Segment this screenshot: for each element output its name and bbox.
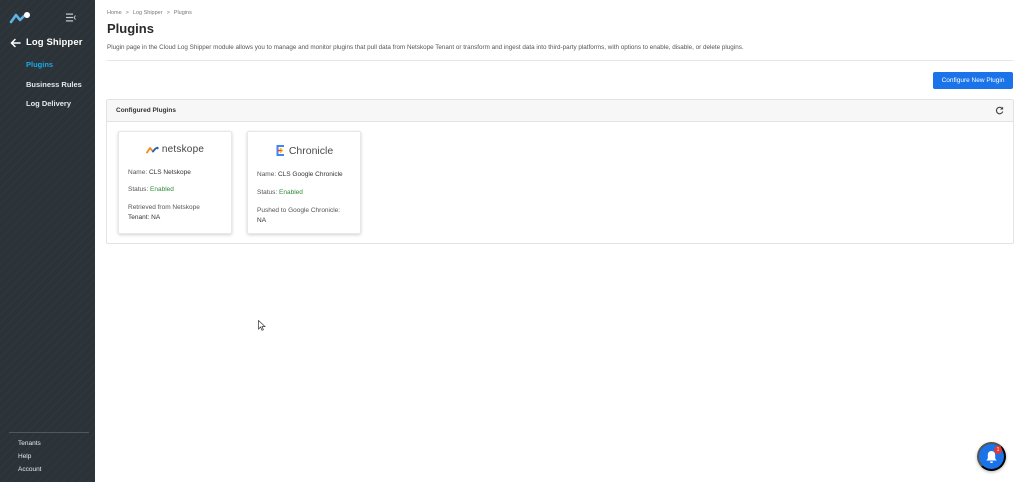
page-title: Plugins	[107, 21, 154, 36]
notification-count-badge: 1	[994, 446, 1002, 454]
arrow-left-icon	[10, 38, 21, 47]
sidebar-link-tenants[interactable]: Tenants	[18, 440, 41, 447]
module-back-link[interactable]: Log Shipper	[10, 37, 83, 48]
header-divider	[107, 60, 1013, 61]
plugin-card-cls-google-chronicle[interactable]: Chronicle Name: CLS Google Chronicle Sta…	[247, 131, 361, 234]
status-enabled-badge: Enabled	[279, 189, 303, 196]
notifications-button[interactable]	[977, 442, 1006, 471]
breadcrumb-current: Plugins	[173, 10, 192, 16]
panel-header: Configured Plugins	[107, 100, 1013, 122]
breadcrumb-separator: >	[166, 10, 170, 16]
refresh-icon[interactable]	[995, 106, 1004, 115]
sidebar-divider	[9, 432, 89, 433]
plugin-status: Status: Enabled	[128, 186, 174, 193]
plugin-logo-text: Chronicle	[288, 144, 334, 157]
plugin-info: Pushed to Google Chronicle: NA	[257, 207, 341, 224]
plugin-name: Name: CLS Google Chronicle	[257, 171, 343, 178]
plugin-logo: netskope	[119, 144, 231, 155]
breadcrumb-separator: >	[125, 10, 129, 16]
sidebar-link-help[interactable]: Help	[18, 453, 31, 460]
plugin-name: Name: CLS Netskope	[128, 169, 191, 176]
mouse-cursor-icon	[258, 320, 266, 331]
plugin-status: Status: Enabled	[257, 189, 303, 196]
module-title: Log Shipper	[26, 37, 83, 48]
netskope-wave-icon	[146, 146, 159, 153]
sidebar-link-account[interactable]: Account	[18, 466, 42, 473]
status-enabled-badge: Enabled	[150, 186, 174, 193]
configure-new-plugin-button[interactable]: Configure New Plugin	[933, 72, 1013, 89]
panel-title: Configured Plugins	[116, 107, 176, 114]
page-description: Plugin page in the Cloud Log Shipper mod…	[107, 44, 744, 51]
plugin-card-cls-netskope[interactable]: netskope Name: CLS Netskope Status: Enab…	[118, 131, 232, 234]
breadcrumb-home[interactable]: Home	[107, 10, 122, 16]
sidebar-item-business-rules[interactable]: Business Rules	[26, 80, 82, 89]
breadcrumb-log-shipper[interactable]: Log Shipper	[133, 10, 163, 16]
plugin-logo-text: netskope	[161, 144, 205, 155]
chronicle-logo-icon	[276, 145, 284, 156]
sidebar-item-plugins[interactable]: Plugins	[26, 60, 53, 69]
collapse-menu-icon[interactable]	[66, 13, 76, 22]
netskope-logo-icon[interactable]	[9, 11, 33, 25]
sidebar: Log Shipper Plugins Business Rules Log D…	[0, 0, 95, 482]
plugin-info: Retrieved from Netskope Tenant: NA	[128, 204, 200, 221]
breadcrumb: Home > Log Shipper > Plugins	[107, 10, 192, 16]
configured-plugins-panel: Configured Plugins netskope Name: CLS Ne…	[106, 99, 1014, 244]
plugin-logo: Chronicle	[248, 144, 360, 157]
sidebar-item-log-delivery[interactable]: Log Delivery	[26, 99, 71, 108]
